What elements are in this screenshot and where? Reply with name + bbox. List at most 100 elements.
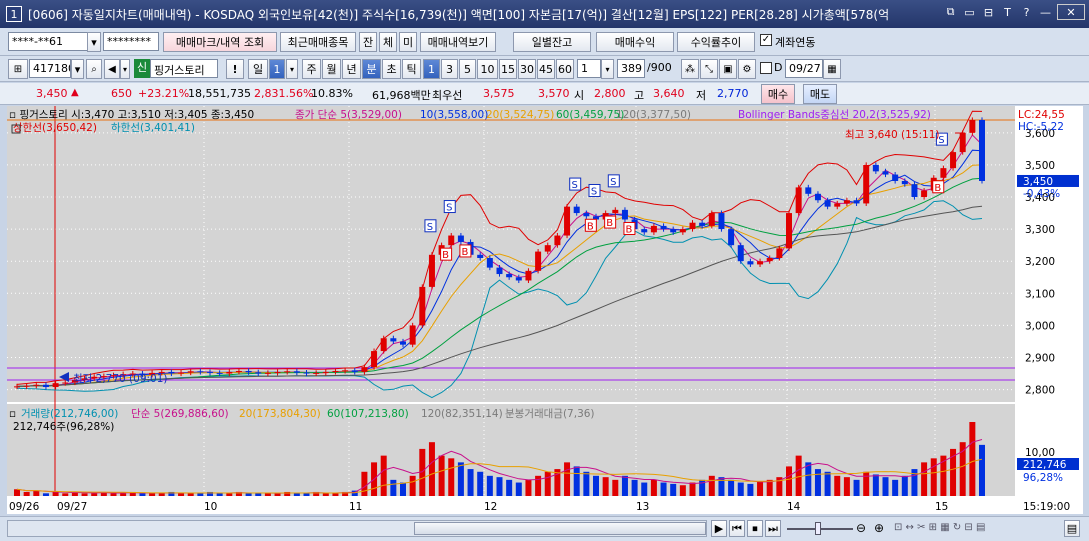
fast-forward-icon[interactable]: ⏭: [765, 520, 781, 537]
account-dropdown-icon[interactable]: ▾: [87, 32, 101, 52]
volume-bar: [255, 493, 262, 496]
low-annotation: 최저 2,770 (09:01): [73, 373, 168, 385]
date-checkbox[interactable]: [760, 62, 772, 74]
bb-upper-legend: 상한선(3,650,42): [13, 122, 97, 134]
code-dropdown-icon[interactable]: ▾: [71, 59, 84, 79]
buy-button[interactable]: 매수: [761, 84, 795, 104]
alert-button[interactable]: !: [226, 59, 244, 79]
candle-body: [448, 235, 455, 246]
volume-bar: [428, 442, 435, 496]
search-icon[interactable]: ⌕: [86, 59, 102, 79]
unfilled-button[interactable]: 미: [399, 32, 417, 52]
minute-1-button[interactable]: 1: [423, 59, 440, 79]
volume: 18,551,735: [188, 87, 251, 100]
rewind-icon[interactable]: ⏮: [729, 520, 745, 537]
help-icon[interactable]: ?: [1019, 4, 1034, 20]
recent-trades-button[interactable]: 최근매매종목: [280, 32, 356, 52]
date-input[interactable]: 09/27: [785, 59, 823, 78]
candle-body: [390, 338, 397, 342]
minute-45-button[interactable]: 45: [537, 59, 555, 79]
period-second-button[interactable]: 초: [382, 59, 401, 79]
close-icon[interactable]: ✕: [1057, 4, 1085, 20]
minute-60-button[interactable]: 60: [556, 59, 574, 79]
volume-bar: [264, 493, 271, 496]
daily-balance-button[interactable]: 일별잔고: [513, 32, 591, 52]
period-month-button[interactable]: 월: [322, 59, 341, 79]
candle-body: [747, 261, 754, 265]
zoom-slider-handle[interactable]: [815, 522, 821, 535]
period-minute-button[interactable]: 분: [362, 59, 381, 79]
volume-tick-label: 10,00: [1025, 447, 1055, 459]
volume-bar: [728, 479, 735, 496]
zoom-out-icon[interactable]: ⊖: [856, 521, 866, 535]
zoom-in-icon[interactable]: ⊕: [874, 521, 884, 535]
executed-button[interactable]: 체: [379, 32, 397, 52]
volume-bar: [708, 475, 715, 496]
link-icon[interactable]: ⧉: [943, 4, 958, 20]
speaker-dropdown-icon[interactable]: ▾: [120, 59, 130, 79]
code-search-icon[interactable]: ⊞: [8, 59, 28, 79]
volume-bar: [303, 493, 310, 496]
trade-mark-query-button[interactable]: 매매마크/내역 조회: [163, 32, 277, 52]
price-chart[interactable]: SBSBSBSBSBSB 3,6003,5003,4003,3003,2003,…: [7, 106, 1083, 514]
draw-tool-icon[interactable]: ⤡: [700, 59, 718, 79]
minute-30-button[interactable]: 30: [518, 59, 536, 79]
period-week-button[interactable]: 주: [302, 59, 321, 79]
return-trend-button[interactable]: 수익률추이: [677, 32, 755, 52]
bar-count-input[interactable]: 389: [617, 59, 645, 78]
account-input[interactable]: ****-**61: [8, 32, 88, 51]
interval-input[interactable]: 1: [577, 59, 601, 78]
save-icon[interactable]: ▣: [719, 59, 737, 79]
minute-5-button[interactable]: 5: [459, 59, 476, 79]
scroll-right-icon[interactable]: ▶: [711, 520, 727, 537]
buy-mark-label: B: [442, 250, 449, 261]
period-day-dropdown-icon[interactable]: ▾: [286, 59, 298, 79]
ma-legend-item: 20(3,524,75): [486, 109, 554, 121]
split-icon[interactable]: ⊟: [981, 4, 996, 20]
calendar-icon[interactable]: ▦: [823, 59, 841, 79]
candle-body: [612, 209, 619, 214]
hc-label: HC:-5,22: [1018, 121, 1064, 133]
tool-icons[interactable]: ⊡ ↔ ✂ ⊞ ▦ ↻ ⊟ ▤: [894, 522, 985, 533]
minimize-icon[interactable]: —: [1038, 4, 1053, 20]
sell-button[interactable]: 매도: [803, 84, 837, 104]
candle-body: [351, 370, 358, 372]
candle-body: [882, 171, 889, 175]
stock-code-input[interactable]: 417180: [29, 59, 71, 78]
speaker-icon[interactable]: ◀: [104, 59, 120, 79]
minute-3-button[interactable]: 3: [441, 59, 458, 79]
volume-bar: [805, 462, 812, 496]
date-tick-label: 15: [935, 501, 948, 513]
minute-10-button[interactable]: 10: [477, 59, 498, 79]
horizontal-scrollbar[interactable]: [7, 520, 707, 537]
volume-legend-item: 120(82,351,14): [421, 408, 503, 420]
date-tick-label: 12: [484, 501, 497, 513]
minute-15-button[interactable]: 15: [499, 59, 517, 79]
price-info-bar: 3,450 ▲ 650 +23.21% 18,551,735 2,831.56%…: [0, 83, 1089, 105]
period-tick-button[interactable]: 틱: [402, 59, 421, 79]
period-year-button[interactable]: 년: [342, 59, 361, 79]
account-link-checkbox[interactable]: ✓: [760, 34, 772, 46]
interval-dropdown-icon[interactable]: ▾: [601, 59, 614, 79]
settings-icon[interactable]: ⚙: [738, 59, 756, 79]
stop-icon[interactable]: ⏹: [747, 520, 763, 537]
candle-body: [660, 225, 667, 230]
volume-bar: [81, 493, 88, 496]
period-day-count[interactable]: 1: [269, 59, 285, 79]
restore-icon[interactable]: ▭: [962, 4, 977, 20]
font-icon[interactable]: T: [1000, 4, 1015, 20]
candle-body: [814, 193, 821, 201]
trade-pnl-button[interactable]: 매매수익: [596, 32, 674, 52]
trade-history-button[interactable]: 매매내역보기: [420, 32, 496, 52]
balance-button[interactable]: 잔: [359, 32, 377, 52]
scroll-thumb[interactable]: [414, 522, 706, 535]
panel-menu-icon[interactable]: ▤: [1064, 520, 1080, 537]
period-day-button[interactable]: 일: [248, 59, 268, 79]
password-input[interactable]: ********: [103, 32, 159, 51]
candle-body: [824, 200, 831, 207]
ma-legend-item: 종가 단순 5(3,529,00): [295, 109, 402, 121]
candle-body: [650, 225, 657, 233]
high-label: 고: [634, 89, 645, 102]
indicator-icon[interactable]: ⁂: [681, 59, 699, 79]
volume-bar: [158, 493, 165, 496]
